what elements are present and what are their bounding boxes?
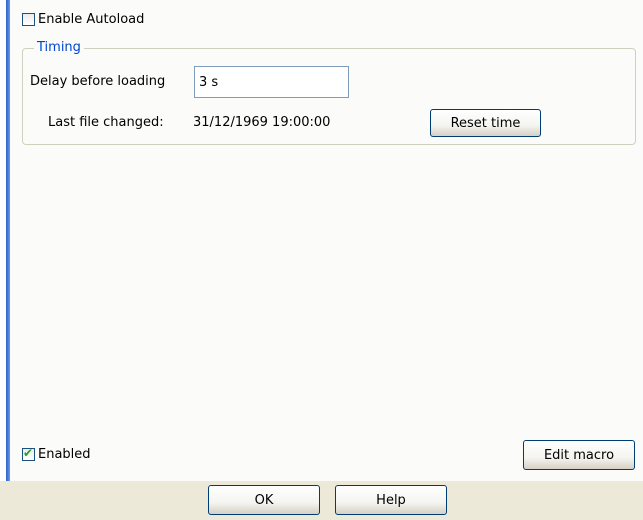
- delay-input[interactable]: [194, 66, 349, 98]
- timing-group-title: Timing: [34, 40, 84, 55]
- left-accent-bar: [0, 0, 10, 481]
- enabled-label: Enabled: [38, 447, 91, 462]
- enabled-checkbox[interactable]: ✔ Enabled: [22, 446, 91, 462]
- last-file-changed-label: Last file changed:: [48, 115, 164, 130]
- delay-label: Delay before loading: [30, 74, 166, 89]
- enable-autoload-label: Enable Autoload: [38, 12, 145, 27]
- enabled-checkbox-box[interactable]: ✔: [22, 446, 35, 461]
- edit-macro-button[interactable]: Edit macro: [523, 440, 635, 470]
- enable-autoload-checkbox[interactable]: Enable Autoload: [22, 12, 144, 27]
- help-button[interactable]: Help: [335, 485, 447, 515]
- dialog-footer: OK Help: [0, 481, 643, 520]
- ok-button[interactable]: OK: [208, 485, 320, 515]
- last-file-changed-value: 31/12/1969 19:00:00: [193, 115, 331, 130]
- checkmark-icon: ✔: [23, 446, 34, 460]
- reset-time-button[interactable]: Reset time: [430, 109, 541, 137]
- enable-autoload-checkbox-box[interactable]: [22, 13, 35, 26]
